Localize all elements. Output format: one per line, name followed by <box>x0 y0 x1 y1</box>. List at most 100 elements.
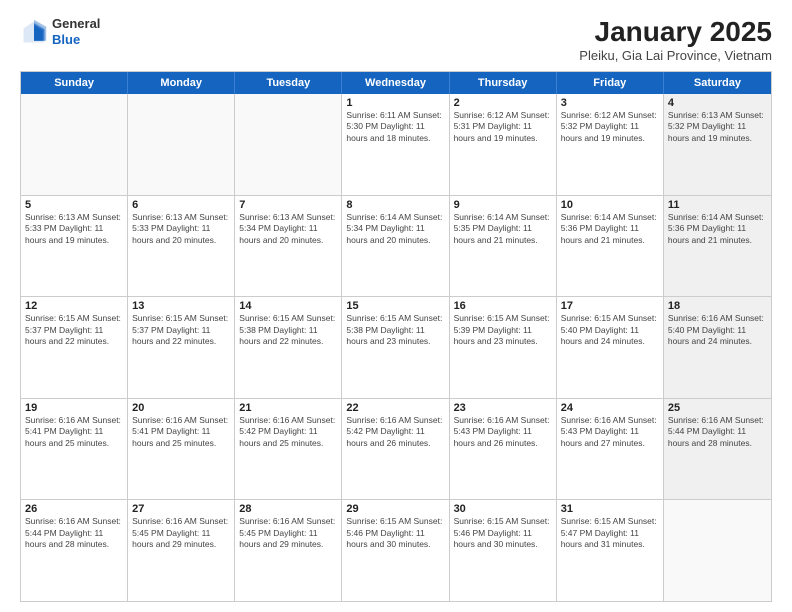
calendar-row-4: 26Sunrise: 6:16 AM Sunset: 5:44 PM Dayli… <box>21 500 771 601</box>
calendar-cell: 29Sunrise: 6:15 AM Sunset: 5:46 PM Dayli… <box>342 500 449 601</box>
day-info: Sunrise: 6:15 AM Sunset: 5:38 PM Dayligh… <box>239 313 337 347</box>
calendar-row-2: 12Sunrise: 6:15 AM Sunset: 5:37 PM Dayli… <box>21 297 771 399</box>
day-info: Sunrise: 6:16 AM Sunset: 5:41 PM Dayligh… <box>25 415 123 449</box>
day-info: Sunrise: 6:13 AM Sunset: 5:33 PM Dayligh… <box>25 212 123 246</box>
calendar-cell: 2Sunrise: 6:12 AM Sunset: 5:31 PM Daylig… <box>450 94 557 195</box>
day-info: Sunrise: 6:13 AM Sunset: 5:33 PM Dayligh… <box>132 212 230 246</box>
day-info: Sunrise: 6:15 AM Sunset: 5:46 PM Dayligh… <box>454 516 552 550</box>
calendar-cell: 16Sunrise: 6:15 AM Sunset: 5:39 PM Dayli… <box>450 297 557 398</box>
day-number: 4 <box>668 97 767 109</box>
weekday-header-friday: Friday <box>557 72 664 94</box>
day-number: 21 <box>239 402 337 414</box>
calendar-cell: 28Sunrise: 6:16 AM Sunset: 5:45 PM Dayli… <box>235 500 342 601</box>
day-info: Sunrise: 6:16 AM Sunset: 5:45 PM Dayligh… <box>132 516 230 550</box>
calendar-cell: 9Sunrise: 6:14 AM Sunset: 5:35 PM Daylig… <box>450 196 557 297</box>
month-title: January 2025 <box>579 16 772 48</box>
calendar-cell: 24Sunrise: 6:16 AM Sunset: 5:43 PM Dayli… <box>557 399 664 500</box>
subtitle: Pleiku, Gia Lai Province, Vietnam <box>579 48 772 63</box>
calendar-cell <box>664 500 771 601</box>
day-info: Sunrise: 6:16 AM Sunset: 5:44 PM Dayligh… <box>25 516 123 550</box>
weekday-header-thursday: Thursday <box>450 72 557 94</box>
day-info: Sunrise: 6:15 AM Sunset: 5:39 PM Dayligh… <box>454 313 552 347</box>
day-info: Sunrise: 6:15 AM Sunset: 5:46 PM Dayligh… <box>346 516 444 550</box>
calendar-cell: 7Sunrise: 6:13 AM Sunset: 5:34 PM Daylig… <box>235 196 342 297</box>
day-info: Sunrise: 6:15 AM Sunset: 5:37 PM Dayligh… <box>25 313 123 347</box>
calendar-cell: 13Sunrise: 6:15 AM Sunset: 5:37 PM Dayli… <box>128 297 235 398</box>
calendar-cell: 20Sunrise: 6:16 AM Sunset: 5:41 PM Dayli… <box>128 399 235 500</box>
day-number: 22 <box>346 402 444 414</box>
day-number: 25 <box>668 402 767 414</box>
day-number: 29 <box>346 503 444 515</box>
weekday-header-tuesday: Tuesday <box>235 72 342 94</box>
calendar-cell: 6Sunrise: 6:13 AM Sunset: 5:33 PM Daylig… <box>128 196 235 297</box>
day-info: Sunrise: 6:13 AM Sunset: 5:32 PM Dayligh… <box>668 110 767 144</box>
day-info: Sunrise: 6:12 AM Sunset: 5:31 PM Dayligh… <box>454 110 552 144</box>
day-info: Sunrise: 6:14 AM Sunset: 5:34 PM Dayligh… <box>346 212 444 246</box>
calendar-cell: 11Sunrise: 6:14 AM Sunset: 5:36 PM Dayli… <box>664 196 771 297</box>
day-info: Sunrise: 6:14 AM Sunset: 5:36 PM Dayligh… <box>668 212 767 246</box>
title-block: January 2025 Pleiku, Gia Lai Province, V… <box>579 16 772 63</box>
day-number: 10 <box>561 199 659 211</box>
day-number: 16 <box>454 300 552 312</box>
day-number: 11 <box>668 199 767 211</box>
calendar-row-1: 5Sunrise: 6:13 AM Sunset: 5:33 PM Daylig… <box>21 196 771 298</box>
weekday-header-saturday: Saturday <box>664 72 771 94</box>
page: General Blue January 2025 Pleiku, Gia La… <box>0 0 792 612</box>
calendar-header: SundayMondayTuesdayWednesdayThursdayFrid… <box>21 72 771 94</box>
day-number: 7 <box>239 199 337 211</box>
calendar-body: 1Sunrise: 6:11 AM Sunset: 5:30 PM Daylig… <box>21 94 771 601</box>
day-number: 18 <box>668 300 767 312</box>
day-info: Sunrise: 6:16 AM Sunset: 5:40 PM Dayligh… <box>668 313 767 347</box>
day-number: 24 <box>561 402 659 414</box>
day-number: 30 <box>454 503 552 515</box>
calendar-cell: 22Sunrise: 6:16 AM Sunset: 5:42 PM Dayli… <box>342 399 449 500</box>
calendar-cell: 5Sunrise: 6:13 AM Sunset: 5:33 PM Daylig… <box>21 196 128 297</box>
day-number: 28 <box>239 503 337 515</box>
calendar-cell: 14Sunrise: 6:15 AM Sunset: 5:38 PM Dayli… <box>235 297 342 398</box>
calendar-cell: 18Sunrise: 6:16 AM Sunset: 5:40 PM Dayli… <box>664 297 771 398</box>
day-number: 3 <box>561 97 659 109</box>
day-number: 8 <box>346 199 444 211</box>
calendar-cell: 15Sunrise: 6:15 AM Sunset: 5:38 PM Dayli… <box>342 297 449 398</box>
calendar-cell: 10Sunrise: 6:14 AM Sunset: 5:36 PM Dayli… <box>557 196 664 297</box>
day-info: Sunrise: 6:13 AM Sunset: 5:34 PM Dayligh… <box>239 212 337 246</box>
day-number: 14 <box>239 300 337 312</box>
calendar-cell <box>21 94 128 195</box>
logo-text: General Blue <box>52 16 100 47</box>
day-info: Sunrise: 6:16 AM Sunset: 5:42 PM Dayligh… <box>346 415 444 449</box>
day-number: 5 <box>25 199 123 211</box>
day-number: 31 <box>561 503 659 515</box>
day-info: Sunrise: 6:16 AM Sunset: 5:45 PM Dayligh… <box>239 516 337 550</box>
weekday-header-sunday: Sunday <box>21 72 128 94</box>
day-info: Sunrise: 6:15 AM Sunset: 5:38 PM Dayligh… <box>346 313 444 347</box>
calendar-cell: 31Sunrise: 6:15 AM Sunset: 5:47 PM Dayli… <box>557 500 664 601</box>
day-info: Sunrise: 6:12 AM Sunset: 5:32 PM Dayligh… <box>561 110 659 144</box>
day-info: Sunrise: 6:14 AM Sunset: 5:35 PM Dayligh… <box>454 212 552 246</box>
day-info: Sunrise: 6:15 AM Sunset: 5:37 PM Dayligh… <box>132 313 230 347</box>
day-info: Sunrise: 6:16 AM Sunset: 5:43 PM Dayligh… <box>561 415 659 449</box>
day-number: 2 <box>454 97 552 109</box>
day-info: Sunrise: 6:14 AM Sunset: 5:36 PM Dayligh… <box>561 212 659 246</box>
calendar-cell: 17Sunrise: 6:15 AM Sunset: 5:40 PM Dayli… <box>557 297 664 398</box>
day-info: Sunrise: 6:16 AM Sunset: 5:43 PM Dayligh… <box>454 415 552 449</box>
calendar-row-0: 1Sunrise: 6:11 AM Sunset: 5:30 PM Daylig… <box>21 94 771 196</box>
day-number: 20 <box>132 402 230 414</box>
calendar-cell: 19Sunrise: 6:16 AM Sunset: 5:41 PM Dayli… <box>21 399 128 500</box>
day-number: 19 <box>25 402 123 414</box>
day-number: 13 <box>132 300 230 312</box>
day-number: 6 <box>132 199 230 211</box>
calendar-row-3: 19Sunrise: 6:16 AM Sunset: 5:41 PM Dayli… <box>21 399 771 501</box>
day-info: Sunrise: 6:15 AM Sunset: 5:40 PM Dayligh… <box>561 313 659 347</box>
day-number: 23 <box>454 402 552 414</box>
logo: General Blue <box>20 16 100 47</box>
header: General Blue January 2025 Pleiku, Gia La… <box>20 16 772 63</box>
calendar-cell: 3Sunrise: 6:12 AM Sunset: 5:32 PM Daylig… <box>557 94 664 195</box>
day-number: 9 <box>454 199 552 211</box>
calendar-cell: 27Sunrise: 6:16 AM Sunset: 5:45 PM Dayli… <box>128 500 235 601</box>
calendar-cell: 21Sunrise: 6:16 AM Sunset: 5:42 PM Dayli… <box>235 399 342 500</box>
calendar-cell: 12Sunrise: 6:15 AM Sunset: 5:37 PM Dayli… <box>21 297 128 398</box>
day-number: 26 <box>25 503 123 515</box>
logo-icon <box>20 18 48 46</box>
calendar-cell: 30Sunrise: 6:15 AM Sunset: 5:46 PM Dayli… <box>450 500 557 601</box>
day-number: 15 <box>346 300 444 312</box>
